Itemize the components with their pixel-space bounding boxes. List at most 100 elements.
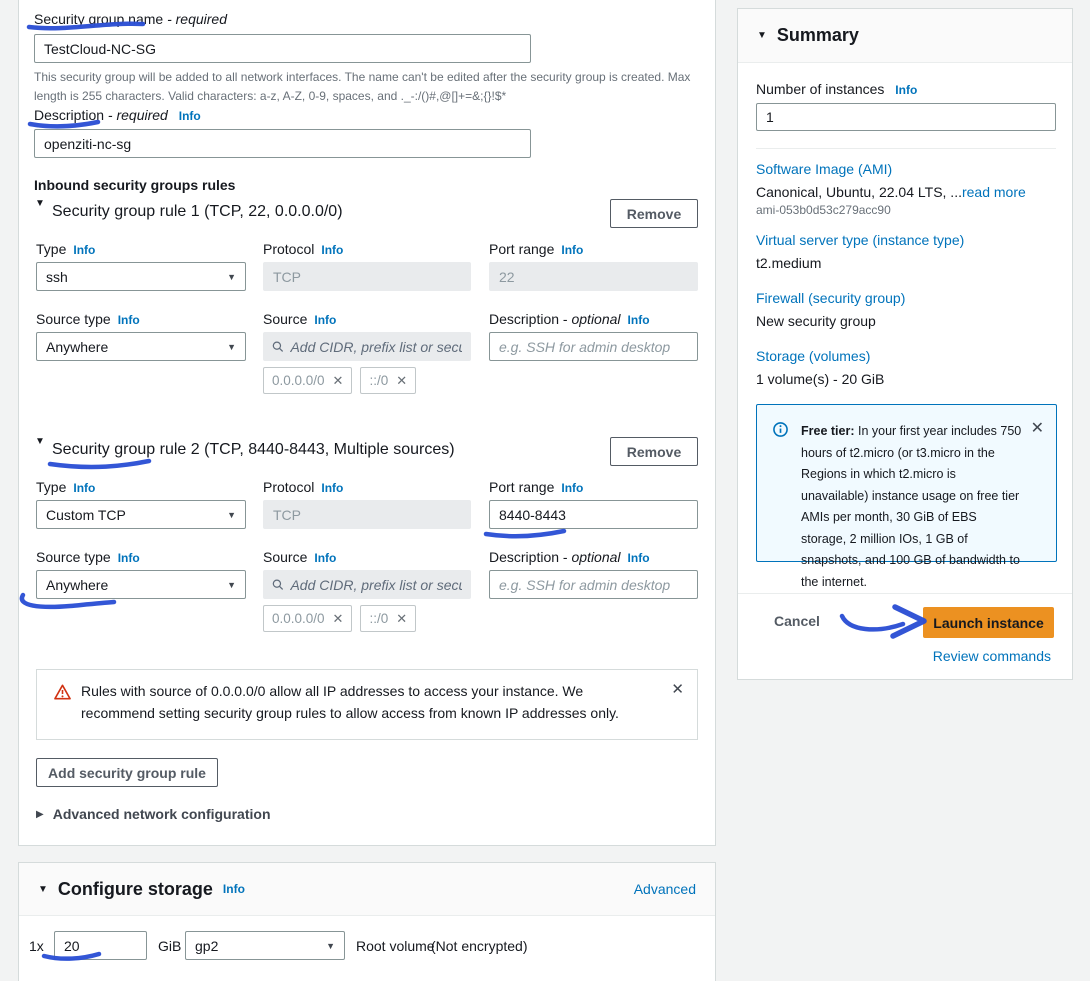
chip-close-icon[interactable]: ✕ (396, 611, 407, 627)
source-type-select-value: Anywhere (46, 339, 108, 355)
description-input[interactable] (34, 129, 531, 158)
info-link[interactable]: Info (73, 481, 95, 495)
firewall-link[interactable]: Firewall (security group) (756, 290, 905, 306)
inbound-rules-title: Inbound security groups rules (34, 177, 235, 193)
info-link[interactable]: Info (628, 313, 650, 327)
launch-instance-button[interactable]: Launch instance (923, 607, 1054, 638)
cancel-button[interactable]: Cancel (774, 613, 820, 629)
advanced-network-configuration-toggle[interactable]: ▶ Advanced network configuration (36, 806, 271, 822)
warning-close-icon[interactable]: ✕ (671, 680, 684, 698)
collapse-caret-icon[interactable]: ▼ (38, 884, 48, 895)
info-link[interactable]: Info (73, 243, 95, 257)
chip-close-icon[interactable]: ✕ (333, 611, 344, 627)
configure-storage-panel: ▼ Configure storage Info Advanced 1x GiB… (18, 862, 716, 981)
add-security-group-rule-button[interactable]: Add security group rule (36, 758, 218, 787)
security-group-name-input[interactable] (34, 34, 531, 63)
port-range-label: Port rangeInfo (489, 479, 698, 495)
chip-close-icon[interactable]: ✕ (396, 373, 407, 389)
source-search-field[interactable]: Add CIDR, prefix list or security (263, 332, 471, 361)
software-image-value: Canonical, Ubuntu, 22.04 LTS, ...read mo… (756, 184, 1026, 200)
protocol-label: ProtocolInfo (263, 479, 471, 495)
description-label-text: Description (34, 107, 104, 123)
port-range-label: Port rangeInfo (489, 241, 698, 257)
info-link[interactable]: Info (321, 481, 343, 495)
free-tier-infobox: Free tier: In your first year includes 7… (756, 404, 1057, 562)
info-link[interactable]: Info (118, 313, 140, 327)
info-link[interactable]: Info (179, 109, 201, 123)
rule-description-input[interactable] (489, 570, 698, 599)
required-suffix: - required (167, 11, 227, 27)
security-group-rule-2: ▼ Security group rule 2 (TCP, 8440-8443,… (19, 439, 715, 639)
chip-close-icon[interactable]: ✕ (333, 373, 344, 389)
volume-type-select[interactable]: gp2 ▼ (185, 931, 345, 960)
divider (756, 148, 1056, 149)
infobox-close-icon[interactable]: ✕ (1031, 418, 1044, 438)
volume-count: 1x (29, 938, 44, 954)
read-more-link[interactable]: read more (962, 184, 1026, 200)
summary-title: Summary (777, 25, 859, 46)
rule-description-label: Description - optionalInfo (489, 311, 698, 327)
security-group-name-label: Security group name - required (34, 11, 227, 27)
info-link[interactable]: Info (314, 551, 336, 565)
search-icon (272, 340, 283, 353)
source-type-select[interactable]: Anywhere ▼ (36, 332, 246, 361)
info-link[interactable]: Info (628, 551, 650, 565)
security-group-name-help: This security group will be added to all… (34, 68, 696, 106)
type-label: TypeInfo (36, 479, 246, 495)
firewall-value: New security group (756, 313, 876, 329)
source-type-label: Source typeInfo (36, 311, 246, 327)
software-image-link[interactable]: Software Image (AMI) (756, 161, 892, 177)
info-circle-icon (773, 422, 788, 437)
source-label: SourceInfo (263, 549, 471, 565)
source-type-select-value: Anywhere (46, 577, 108, 593)
configure-storage-header: ▼ Configure storage Info Advanced (19, 863, 715, 916)
volume-size-input[interactable] (54, 931, 147, 960)
port-range-input[interactable] (489, 500, 698, 529)
type-select-value: ssh (46, 269, 68, 285)
info-link[interactable]: Info (118, 551, 140, 565)
free-tier-text: Free tier: In your first year includes 7… (801, 421, 1023, 593)
cidr-chip: ::/0✕ (360, 367, 416, 394)
protocol-label: ProtocolInfo (263, 241, 471, 257)
description-label: Description - required Info (34, 107, 201, 123)
security-group-name-label-text: Security group name (34, 11, 163, 27)
rule-description-input[interactable] (489, 332, 698, 361)
caret-right-icon: ▶ (36, 809, 44, 820)
source-chips: 0.0.0.0/0✕ ::/0✕ (263, 367, 416, 394)
protocol-field-disabled: TCP (263, 262, 471, 291)
type-select[interactable]: ssh ▼ (36, 262, 246, 291)
storage-volumes-link[interactable]: Storage (volumes) (756, 348, 870, 364)
source-search-placeholder: Add CIDR, prefix list or security (290, 577, 462, 593)
type-select[interactable]: Custom TCP ▼ (36, 500, 246, 529)
info-link[interactable]: Info (321, 243, 343, 257)
instance-type-link[interactable]: Virtual server type (instance type) (756, 232, 964, 248)
info-link[interactable]: Info (561, 481, 583, 495)
cidr-chip: 0.0.0.0/0✕ (263, 605, 352, 632)
protocol-field-disabled: TCP (263, 500, 471, 529)
info-link[interactable]: Info (561, 243, 583, 257)
cidr-chip: 0.0.0.0/0✕ (263, 367, 352, 394)
number-of-instances-input[interactable] (756, 103, 1056, 131)
remove-rule-button[interactable]: Remove (610, 199, 698, 228)
collapse-caret-icon[interactable]: ▼ (35, 436, 45, 447)
volume-type-value: gp2 (195, 938, 218, 954)
cidr-chip: ::/0✕ (360, 605, 416, 632)
storage-advanced-link[interactable]: Advanced (634, 881, 696, 897)
collapse-caret-icon[interactable]: ▼ (35, 198, 45, 209)
open-cidr-warning: Rules with source of 0.0.0.0/0 allow all… (36, 669, 698, 740)
network-settings-panel: Security group name - required This secu… (18, 0, 716, 846)
source-search-field[interactable]: Add CIDR, prefix list or security (263, 570, 471, 599)
source-search-placeholder: Add CIDR, prefix list or security (290, 339, 462, 355)
ami-id: ami-053b0d53c279acc90 (756, 203, 891, 217)
source-type-select[interactable]: Anywhere ▼ (36, 570, 246, 599)
remove-rule-button[interactable]: Remove (610, 437, 698, 466)
review-commands-link[interactable]: Review commands (933, 648, 1051, 664)
info-link[interactable]: Info (895, 83, 917, 97)
collapse-caret-icon[interactable]: ▼ (757, 30, 767, 41)
root-volume-label: Root volume (356, 938, 435, 954)
summary-panel: ▼ Summary Number of instances Info Softw… (737, 8, 1073, 680)
chevron-down-icon: ▼ (227, 342, 236, 352)
info-link[interactable]: Info (223, 882, 245, 896)
warning-icon (54, 684, 71, 700)
info-link[interactable]: Info (314, 313, 336, 327)
